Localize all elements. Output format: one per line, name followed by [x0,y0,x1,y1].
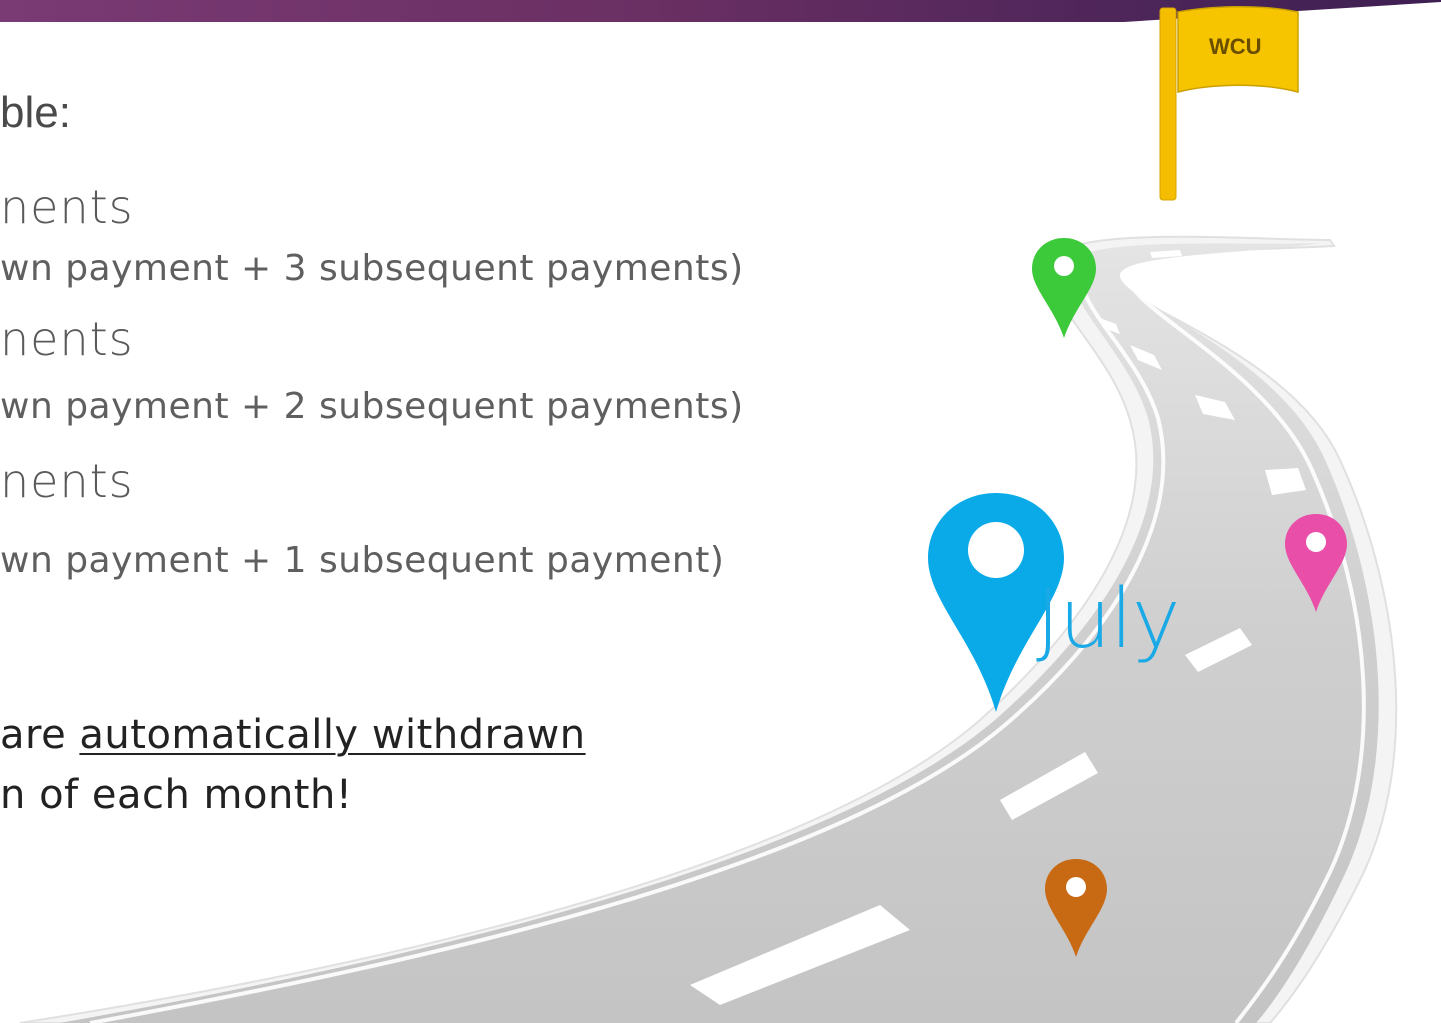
autopay-note-line-1: are automatically withdrawn [0,712,586,758]
autopay-note-line-2: n of each month! [0,772,353,818]
plan-label-1: nents [0,180,134,234]
plan-label-2: nents [0,312,134,366]
flag-icon [1159,6,1299,201]
green-pin-icon [1032,238,1096,338]
road-surface [60,243,1379,1023]
slide-heading: ble: [0,88,71,137]
pink-pin-icon [1285,514,1347,612]
plan-detail-1: wn payment + 3 subsequent payments) [0,248,744,289]
autopay-note-prefix: are [0,712,80,758]
plan-label-3: nents [0,454,134,508]
autopay-note-emphasis: automatically withdrawn [79,712,586,758]
plan-detail-2: wn payment + 2 subsequent payments) [0,386,744,427]
orange-pin-icon [1045,859,1107,957]
july-label: July [1036,572,1180,667]
plan-detail-3: wn payment + 1 subsequent payment) [0,540,725,581]
flag-label: WCU [1209,34,1262,59]
